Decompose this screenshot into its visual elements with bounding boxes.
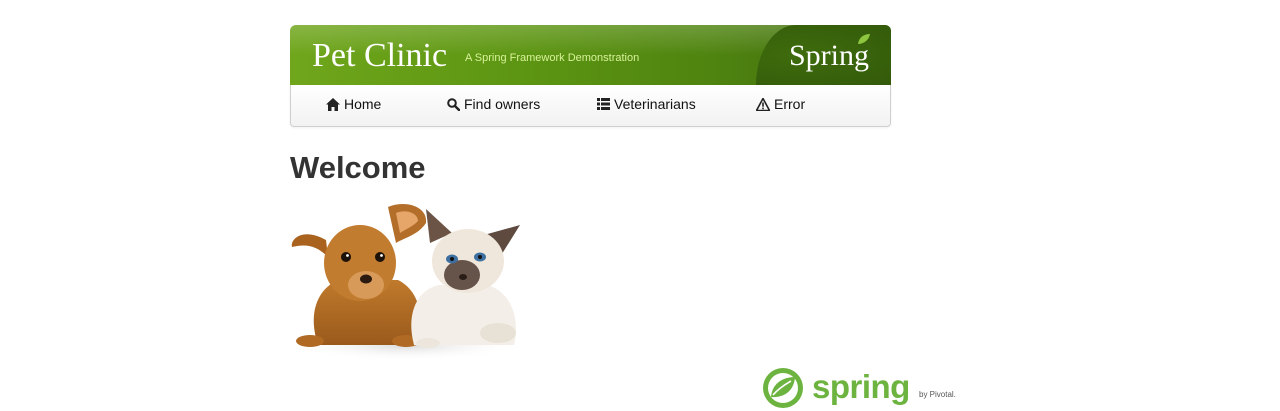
list-icon — [597, 98, 610, 110]
search-icon — [447, 97, 460, 111]
nav-error-label: Error — [774, 96, 806, 112]
nav-error[interactable]: Error — [756, 96, 805, 112]
spring-logo-icon — [763, 368, 803, 408]
app-title: Pet Clinic — [312, 37, 448, 74]
nav-find-owners-label: Find owners — [464, 96, 541, 112]
app-subtitle: A Spring Framework Demonstration — [465, 52, 640, 64]
spring-brand-text: Spring — [788, 39, 869, 72]
nav-find-owners[interactable]: Find owners — [447, 96, 540, 112]
nav-home-label: Home — [344, 96, 382, 112]
nav-veterinarians[interactable]: Veterinarians — [597, 96, 696, 112]
spring-footer-logo: spring by Pivotal. — [762, 366, 962, 410]
nav-home[interactable]: Home — [326, 96, 381, 112]
warning-icon — [756, 97, 770, 111]
home-icon — [326, 97, 340, 111]
pivotal-text: by Pivotal. — [919, 390, 956, 399]
spring-brand-panel: Spring — [756, 25, 891, 85]
main-navbar: Home Find owners Veterinarians Error — [290, 85, 891, 127]
page-title: Welcome — [290, 150, 426, 185]
pets-image — [291, 203, 521, 361]
nav-veterinarians-label: Veterinarians — [614, 96, 696, 112]
spring-footer-text: spring — [812, 368, 910, 405]
banner: Pet Clinic A Spring Framework Demonstrat… — [290, 25, 891, 85]
page-header: Pet Clinic A Spring Framework Demonstrat… — [290, 25, 891, 127]
